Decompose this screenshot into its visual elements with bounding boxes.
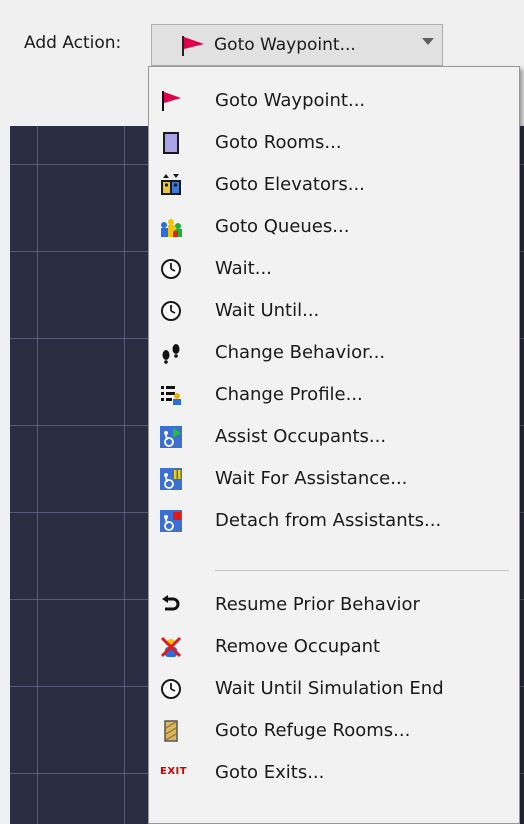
menu-item-label: Goto Waypoint... [215, 90, 366, 111]
menu-item-label: Remove Occupant [215, 636, 381, 657]
menu-item-label: Change Profile... [215, 384, 363, 405]
menu-item-goto-waypoint[interactable]: Goto Waypoint... [149, 81, 519, 121]
menu-item-label: Goto Elevators... [215, 174, 365, 195]
dropdown-selected-value: Goto Waypoint... [214, 35, 356, 55]
add-action-dropdown[interactable]: Goto Waypoint... [151, 24, 443, 66]
menu-item-assist-occupants[interactable]: Assist Occupants... [149, 417, 519, 457]
flag-icon [180, 35, 206, 57]
undo-arrow-icon [160, 594, 182, 616]
refuge-room-icon [160, 720, 182, 742]
menu-item-label: Detach from Assistants... [215, 510, 442, 531]
menu-item-wait-until-simulation-end[interactable]: Wait Until Simulation End [149, 669, 519, 709]
clock-icon [160, 678, 182, 700]
menu-item-goto-queues[interactable]: Goto Queues... [149, 207, 519, 247]
menu-item-label: Resume Prior Behavior [215, 594, 420, 615]
add-action-label: Add Action: [24, 33, 122, 53]
flag-icon [160, 90, 182, 112]
clock-icon [160, 300, 182, 322]
menu-item-goto-exits[interactable]: EXIT Goto Exits... [149, 753, 519, 793]
menu-separator [215, 570, 509, 571]
menu-item-label: Wait For Assistance... [215, 468, 408, 489]
menu-item-wait-for-assistance[interactable]: Wait For Assistance... [149, 459, 519, 499]
add-action-menu: Goto Waypoint... Goto Rooms... Goto Elev… [148, 66, 520, 824]
room-icon [160, 132, 182, 154]
assist-pause-icon [160, 468, 182, 490]
elevator-icon [160, 174, 182, 196]
clock-icon [160, 258, 182, 280]
assist-play-icon [160, 426, 182, 448]
menu-item-label: Wait Until Simulation End [215, 678, 444, 699]
menu-item-label: Wait... [215, 258, 272, 279]
remove-occupant-icon [160, 636, 182, 658]
menu-item-label: Wait Until... [215, 300, 320, 321]
menu-item-label: Goto Rooms... [215, 132, 342, 153]
menu-item-remove-occupant[interactable]: Remove Occupant [149, 627, 519, 667]
menu-item-label: Goto Refuge Rooms... [215, 720, 411, 741]
exit-icon: EXIT [160, 762, 190, 784]
exit-icon-text: EXIT [160, 766, 188, 777]
menu-item-label: Change Behavior... [215, 342, 386, 363]
menu-item-change-profile[interactable]: Change Profile... [149, 375, 519, 415]
queues-icon [160, 216, 182, 238]
menu-item-wait[interactable]: Wait... [149, 249, 519, 289]
menu-item-goto-refuge-rooms[interactable]: Goto Refuge Rooms... [149, 711, 519, 751]
assist-stop-icon [160, 510, 182, 532]
menu-item-detach-from-assistants[interactable]: Detach from Assistants... [149, 501, 519, 541]
chevron-down-icon[interactable] [422, 38, 434, 45]
menu-item-label: Goto Queues... [215, 216, 350, 237]
menu-item-wait-until[interactable]: Wait Until... [149, 291, 519, 331]
menu-item-label: Goto Exits... [215, 762, 325, 783]
menu-item-goto-rooms[interactable]: Goto Rooms... [149, 123, 519, 163]
menu-item-resume-prior-behavior[interactable]: Resume Prior Behavior [149, 585, 519, 625]
profile-icon [160, 384, 182, 406]
footprints-icon [160, 342, 182, 364]
menu-item-change-behavior[interactable]: Change Behavior... [149, 333, 519, 373]
menu-item-goto-elevators[interactable]: Goto Elevators... [149, 165, 519, 205]
menu-item-label: Assist Occupants... [215, 426, 387, 447]
